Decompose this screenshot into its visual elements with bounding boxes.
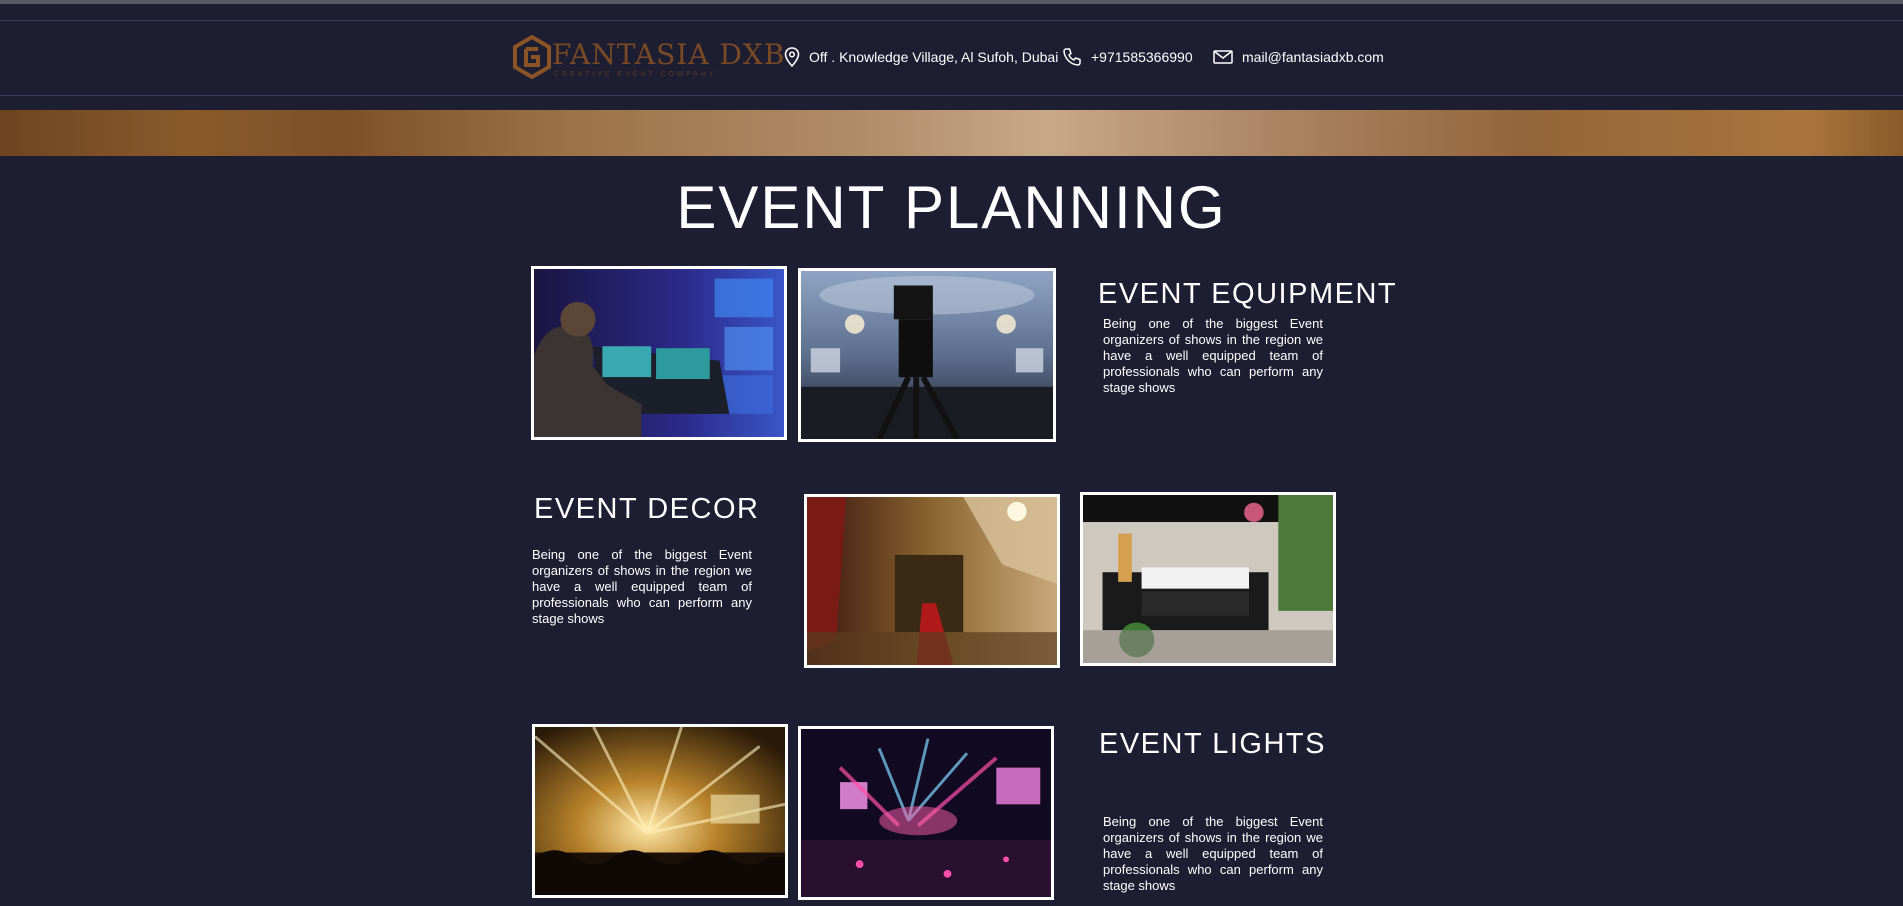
pink-lights-concert-photo[interactable]	[798, 726, 1054, 900]
golden-lights-concert-photo[interactable]	[532, 724, 788, 898]
site-header: FANTASIA DXB CREATIVE EVENT COMPANY Off …	[0, 20, 1903, 96]
contact-phone[interactable]: +971585366990	[1062, 45, 1193, 69]
section-text-decor: Being one of the biggest Event organizer…	[532, 547, 752, 626]
section-title-equipment: EVENT EQUIPMENT	[1098, 278, 1398, 310]
hexagon-logo-icon	[513, 35, 551, 79]
browser-top-line	[0, 0, 1903, 4]
logo-tagline: CREATIVE EVENT COMPANY	[554, 71, 717, 78]
contact-address[interactable]: Off . Knowledge Village, Al Sufoh, Dubai	[784, 45, 1058, 69]
phone-icon	[1063, 48, 1081, 66]
mail-icon	[1213, 50, 1233, 64]
contact-email[interactable]: mail@fantasiadxb.com	[1213, 45, 1384, 69]
logo-name: FANTASIA DXB	[552, 38, 786, 71]
catering-display-photo[interactable]	[1080, 492, 1336, 666]
site-logo[interactable]: FANTASIA DXB CREATIVE EVENT COMPANY	[512, 33, 784, 83]
decor-hall-photo[interactable]	[804, 494, 1060, 668]
section-text-equipment: Being one of the biggest Event organizer…	[1103, 316, 1323, 395]
camera-ballroom-photo[interactable]	[798, 268, 1056, 442]
page-title: EVENT PLANNING	[676, 174, 1227, 241]
section-title-decor: EVENT DECOR	[534, 493, 760, 525]
lighting-console-photo[interactable]	[531, 266, 787, 440]
gold-banner-strip	[0, 110, 1903, 156]
location-pin-icon	[784, 47, 800, 67]
section-title-lights: EVENT LIGHTS	[1099, 728, 1326, 760]
contact-address-text: Off . Knowledge Village, Al Sufoh, Dubai	[809, 49, 1059, 65]
contact-phone-text: +971585366990	[1091, 49, 1193, 65]
section-text-lights: Being one of the biggest Event organizer…	[1103, 814, 1323, 893]
contact-email-text: mail@fantasiadxb.com	[1242, 49, 1384, 65]
